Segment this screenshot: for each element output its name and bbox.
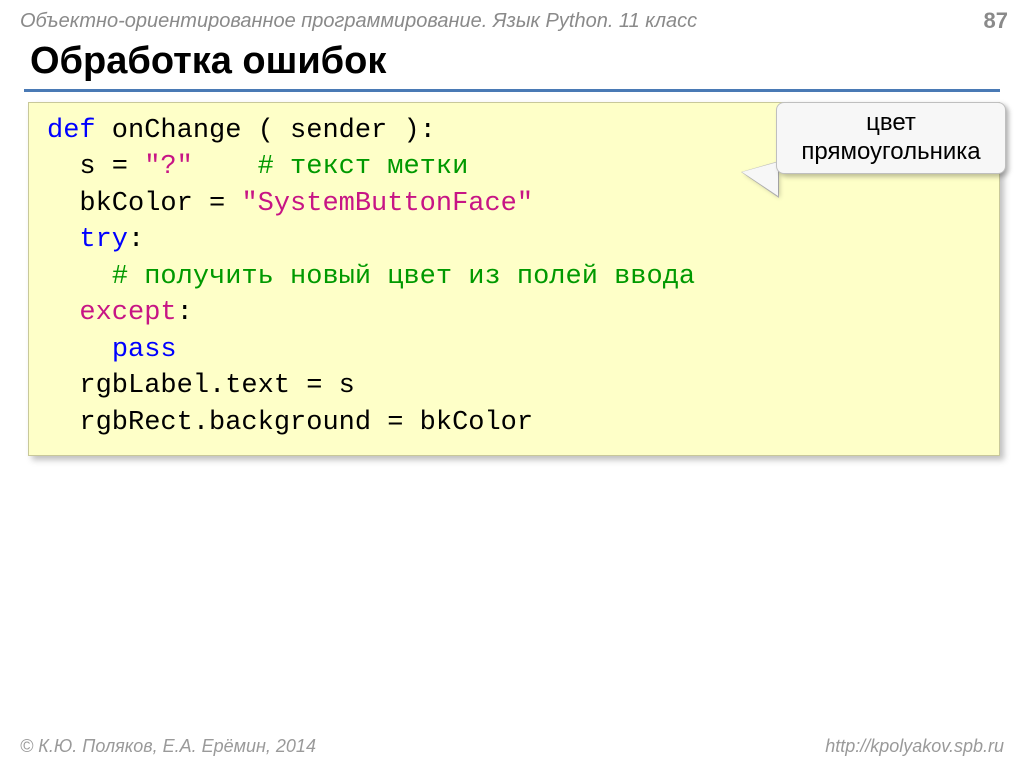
slide: Объектно-ориентированное программировани… — [0, 0, 1024, 767]
code-line: rgbRect.background = bkColor — [47, 405, 981, 441]
string-literal: "SystemButtonFace" — [241, 189, 533, 219]
string-literal: "?" — [144, 152, 193, 182]
keyword-except: except — [79, 298, 176, 328]
slide-title: Обработка ошибок — [12, 36, 1012, 89]
code-line: rgbLabel.text = s — [47, 368, 981, 404]
keyword-pass: pass — [112, 335, 177, 365]
keyword-def: def — [47, 116, 96, 146]
code-comment: # текст метки — [258, 152, 469, 182]
callout-box: цвет прямоугольника — [776, 102, 1006, 174]
code-line: pass — [47, 332, 981, 368]
keyword-try: try — [79, 225, 128, 255]
code-line: try: — [47, 222, 981, 258]
callout-tail — [742, 162, 778, 196]
copyright-label: © К.Ю. Поляков, Е.А. Ерёмин, 2014 — [20, 736, 316, 757]
callout-text: цвет — [787, 109, 995, 138]
callout-text: прямоугольника — [787, 138, 995, 167]
code-line: except: — [47, 295, 981, 331]
slide-header: Объектно-ориентированное программировани… — [12, 8, 1012, 36]
code-comment: # получить новый цвет из полей ввода — [112, 262, 695, 292]
slide-footer: © К.Ю. Поляков, Е.А. Ерёмин, 2014 http:/… — [12, 732, 1012, 759]
code-line: # получить новый цвет из полей ввода — [47, 259, 981, 295]
title-underline — [24, 89, 1000, 92]
url-label: http://kpolyakov.spb.ru — [825, 736, 1004, 757]
page-number: 87 — [984, 8, 1008, 34]
code-line: bkColor = "SystemButtonFace" — [47, 186, 981, 222]
topic-label: Объектно-ориентированное программировани… — [20, 10, 697, 33]
